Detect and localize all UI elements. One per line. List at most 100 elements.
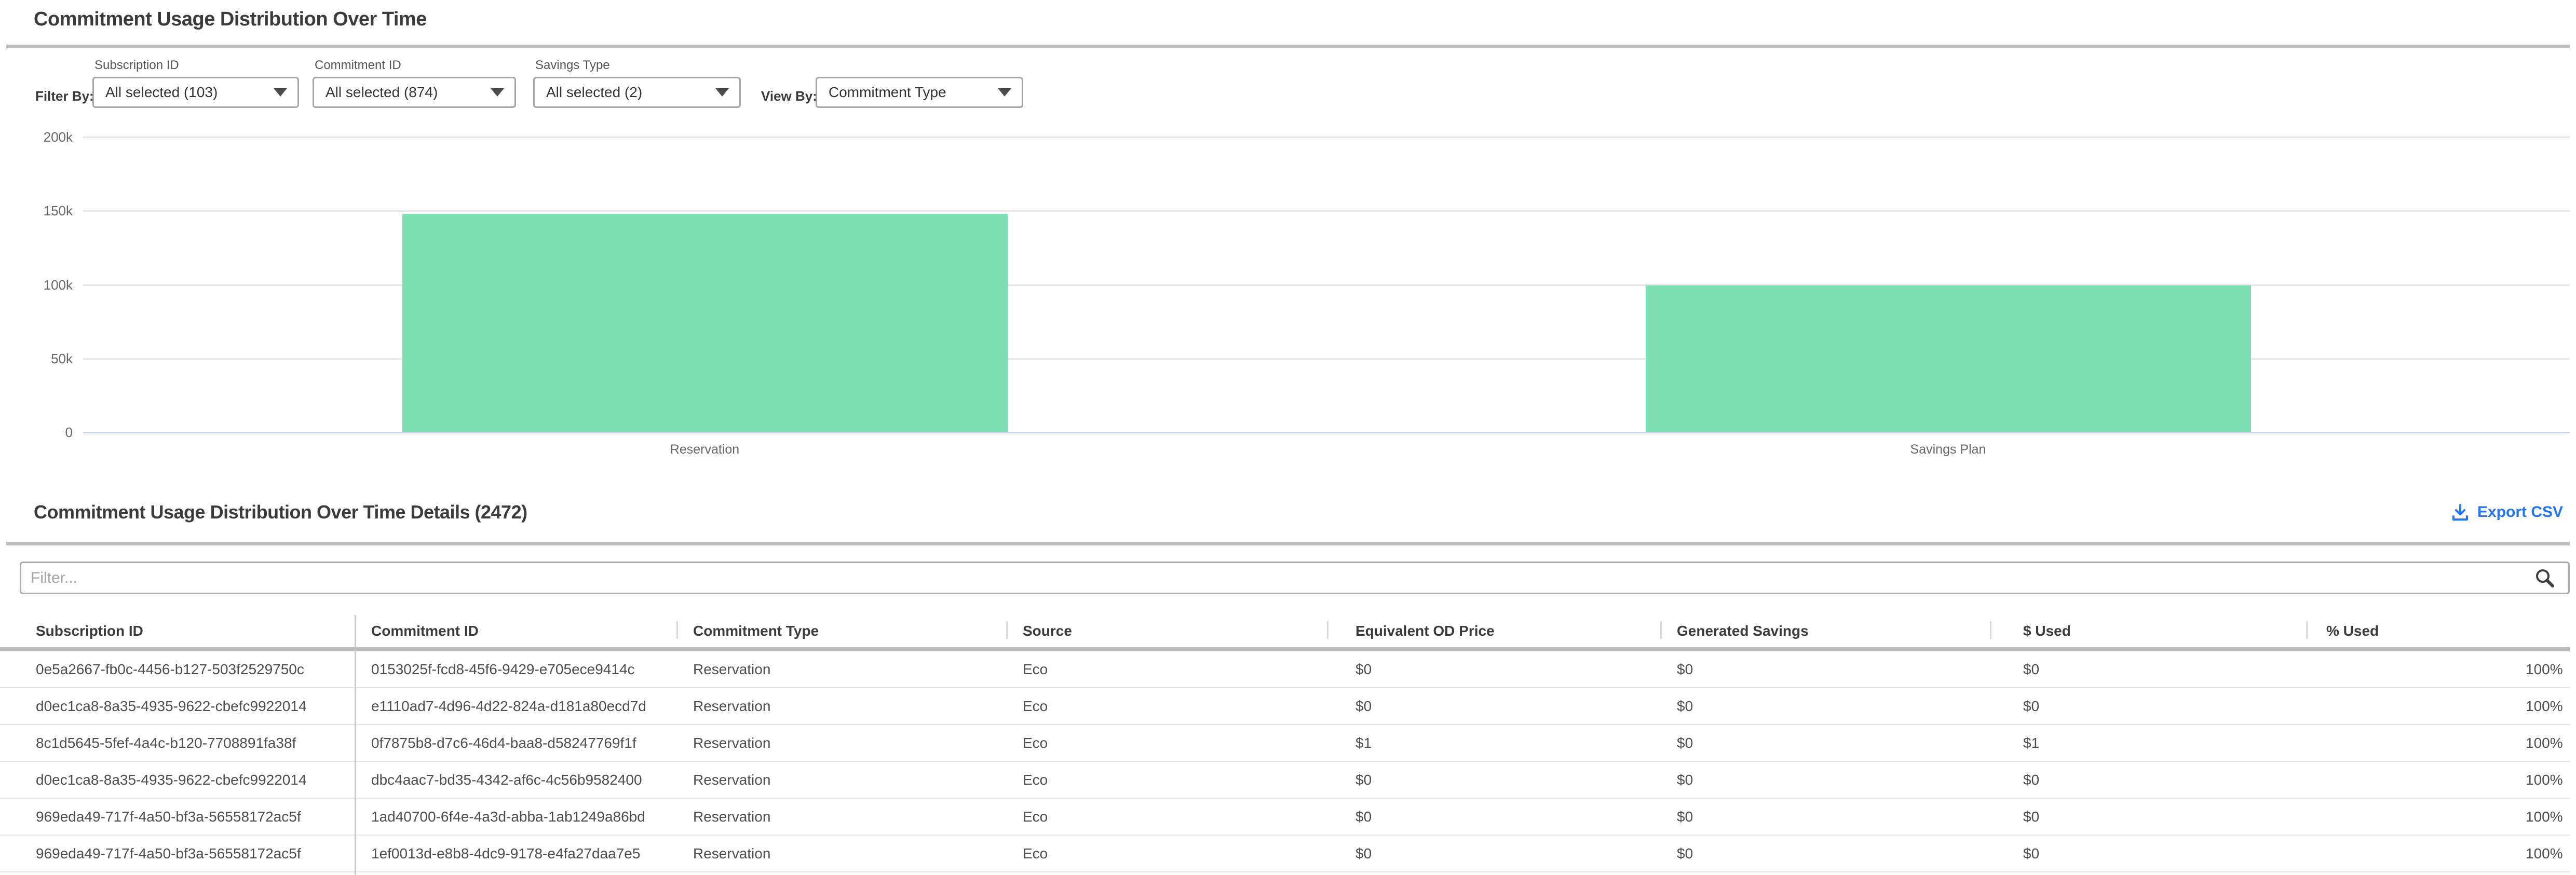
table-row: d0ec1ca8-8a35-4935-9622-cbefc9922014 e11… xyxy=(0,688,2570,725)
savings-type-filter-label: Savings Type xyxy=(535,58,610,73)
page-title: Commitment Usage Distribution Over Time xyxy=(34,8,427,31)
cell-subscription-id: 8c1d5645-5fef-4a4c-b120-7708891fa38f xyxy=(0,725,355,761)
cell-pct-used: 100% xyxy=(2306,762,2570,798)
cell-subscription-id: 969eda49-717f-4a50-bf3a-56558172ac5f xyxy=(0,836,355,871)
cell-commitment-id: 1ef0013d-e8b8-4dc9-9178-e4fa27daa7e5 xyxy=(355,836,676,871)
chart-gridline xyxy=(83,432,2570,433)
cell-equivalent-od-price: $0 xyxy=(1327,762,1660,798)
usage-percent-label: 100% xyxy=(2526,772,2563,788)
y-axis-tick-label: 100k xyxy=(0,276,73,294)
cell-dollar-used: $0 xyxy=(1990,762,2306,798)
column-header-subscription-id: Subscription ID xyxy=(0,615,355,647)
column-separator xyxy=(355,615,356,875)
usage-progress-bar xyxy=(2326,740,2517,747)
cell-subscription-id: d0ec1ca8-8a35-4935-9622-cbefc9922014 xyxy=(0,688,355,724)
usage-percent-label: 100% xyxy=(2526,661,2563,678)
download-icon xyxy=(2450,502,2470,522)
cell-commitment-type: Reservation xyxy=(676,762,1006,798)
view-by-label: View By: xyxy=(761,88,817,104)
cell-subscription-id: d0ec1ca8-8a35-4935-9622-cbefc9922014 xyxy=(0,762,355,798)
x-axis-category-label: Savings Plan xyxy=(1910,442,1986,457)
cell-source: Eco xyxy=(1006,762,1327,798)
usage-percent-label: 100% xyxy=(2526,698,2563,715)
column-header-commitment-id: Commitment ID xyxy=(355,615,676,647)
table-body: 0e5a2667-fb0c-4456-b127-503f2529750c 015… xyxy=(0,651,2570,872)
table-filter-input[interactable] xyxy=(20,562,2570,594)
export-csv-button[interactable]: Export CSV xyxy=(2450,502,2563,522)
column-header-pct-used: % Used xyxy=(2306,615,2570,647)
cell-commitment-id: 1ad40700-6f4e-4a3d-abba-1ab1249a86bd xyxy=(355,799,676,835)
details-header: Commitment Usage Distribution Over Time … xyxy=(34,501,2563,523)
filter-by-label: Filter By: xyxy=(35,88,94,104)
cell-source: Eco xyxy=(1006,836,1327,871)
cell-generated-savings: $0 xyxy=(1660,725,1990,761)
cell-pct-used: 100% xyxy=(2306,799,2570,835)
cell-generated-savings: $0 xyxy=(1660,651,1990,687)
cell-generated-savings: $0 xyxy=(1660,762,1990,798)
table-row: 0e5a2667-fb0c-4456-b127-503f2529750c 015… xyxy=(0,651,2570,688)
usage-progress-bar xyxy=(2326,776,2517,784)
table-row: 969eda49-717f-4a50-bf3a-56558172ac5f 1ef… xyxy=(0,836,2570,872)
cell-commitment-id: e1110ad7-4d96-4d22-824a-d181a80ecd7d xyxy=(355,688,676,724)
chart-bar-savings-plan xyxy=(1646,285,2251,432)
cell-commitment-type: Reservation xyxy=(676,651,1006,687)
table-filter-wrap xyxy=(20,562,2570,594)
view-by-dropdown-value: Commitment Type xyxy=(829,84,946,101)
cell-source: Eco xyxy=(1006,799,1327,835)
subscription-id-dropdown[interactable]: All selected (103) xyxy=(92,77,299,108)
details-title: Commitment Usage Distribution Over Time … xyxy=(34,501,527,523)
commitment-id-dropdown[interactable]: All selected (874) xyxy=(313,77,516,108)
cell-dollar-used: $0 xyxy=(1990,651,2306,687)
cell-pct-used: 100% xyxy=(2306,651,2570,687)
cell-commitment-type: Reservation xyxy=(676,725,1006,761)
cell-dollar-used: $1 xyxy=(1990,725,2306,761)
cell-generated-savings: $0 xyxy=(1660,688,1990,724)
usage-percent-label: 100% xyxy=(2526,845,2563,862)
usage-progress-bar xyxy=(2326,666,2517,673)
export-csv-label: Export CSV xyxy=(2477,503,2563,521)
cell-dollar-used: $0 xyxy=(1990,836,2306,871)
usage-percent-label: 100% xyxy=(2526,809,2563,825)
view-by-dropdown[interactable]: Commitment Type xyxy=(816,77,1023,108)
chevron-down-icon xyxy=(998,88,1011,97)
cell-pct-used: 100% xyxy=(2306,836,2570,871)
commitment-usage-page: Commitment Usage Distribution Over Time … xyxy=(0,0,2576,875)
x-axis-category-label: Reservation xyxy=(670,442,739,457)
section-divider xyxy=(6,45,2570,48)
cell-commitment-id: dbc4aac7-bd35-4342-af6c-4c56b9582400 xyxy=(355,762,676,798)
chart-gridline xyxy=(83,210,2570,212)
filter-controls-row: Filter By: Subscription ID All selected … xyxy=(0,58,2576,110)
chart-bar-reservation xyxy=(402,214,1008,432)
chevron-down-icon xyxy=(715,88,729,97)
column-header-dollar-used: $ Used xyxy=(1990,615,2306,647)
cell-equivalent-od-price: $0 xyxy=(1327,688,1660,724)
commitment-id-dropdown-value: All selected (874) xyxy=(326,84,438,101)
usage-percent-label: 100% xyxy=(2526,735,2563,751)
table-row: d0ec1ca8-8a35-4935-9622-cbefc9922014 dbc… xyxy=(0,762,2570,799)
cell-commitment-type: Reservation xyxy=(676,836,1006,871)
cell-dollar-used: $0 xyxy=(1990,799,2306,835)
column-header-source: Source xyxy=(1006,615,1327,647)
table-header-row: Subscription ID Commitment ID Commitment… xyxy=(0,615,2570,651)
table-row: 969eda49-717f-4a50-bf3a-56558172ac5f 1ad… xyxy=(0,799,2570,836)
cell-commitment-type: Reservation xyxy=(676,799,1006,835)
savings-type-dropdown[interactable]: All selected (2) xyxy=(533,77,741,108)
cell-commitment-type: Reservation xyxy=(676,688,1006,724)
column-header-equivalent-od-price: Equivalent OD Price xyxy=(1327,615,1660,647)
usage-progress-bar xyxy=(2326,850,2517,857)
search-icon xyxy=(2533,567,2556,590)
chart-gridline xyxy=(83,136,2570,138)
cell-commitment-id: 0f7875b8-d7c6-46d4-baa8-d58247769f1f xyxy=(355,725,676,761)
chevron-down-icon xyxy=(491,88,504,97)
bar-chart: 200k150k100k50k0ReservationSavings Plan xyxy=(0,125,2576,477)
cell-subscription-id: 969eda49-717f-4a50-bf3a-56558172ac5f xyxy=(0,799,355,835)
cell-equivalent-od-price: $0 xyxy=(1327,836,1660,871)
cell-pct-used: 100% xyxy=(2306,725,2570,761)
cell-source: Eco xyxy=(1006,651,1327,687)
y-axis-tick-label: 0 xyxy=(0,423,73,442)
cell-source: Eco xyxy=(1006,725,1327,761)
cell-pct-used: 100% xyxy=(2306,688,2570,724)
subscription-id-filter-label: Subscription ID xyxy=(94,58,179,73)
commitment-id-filter-label: Commitment ID xyxy=(315,58,401,73)
chevron-down-icon xyxy=(274,88,287,97)
